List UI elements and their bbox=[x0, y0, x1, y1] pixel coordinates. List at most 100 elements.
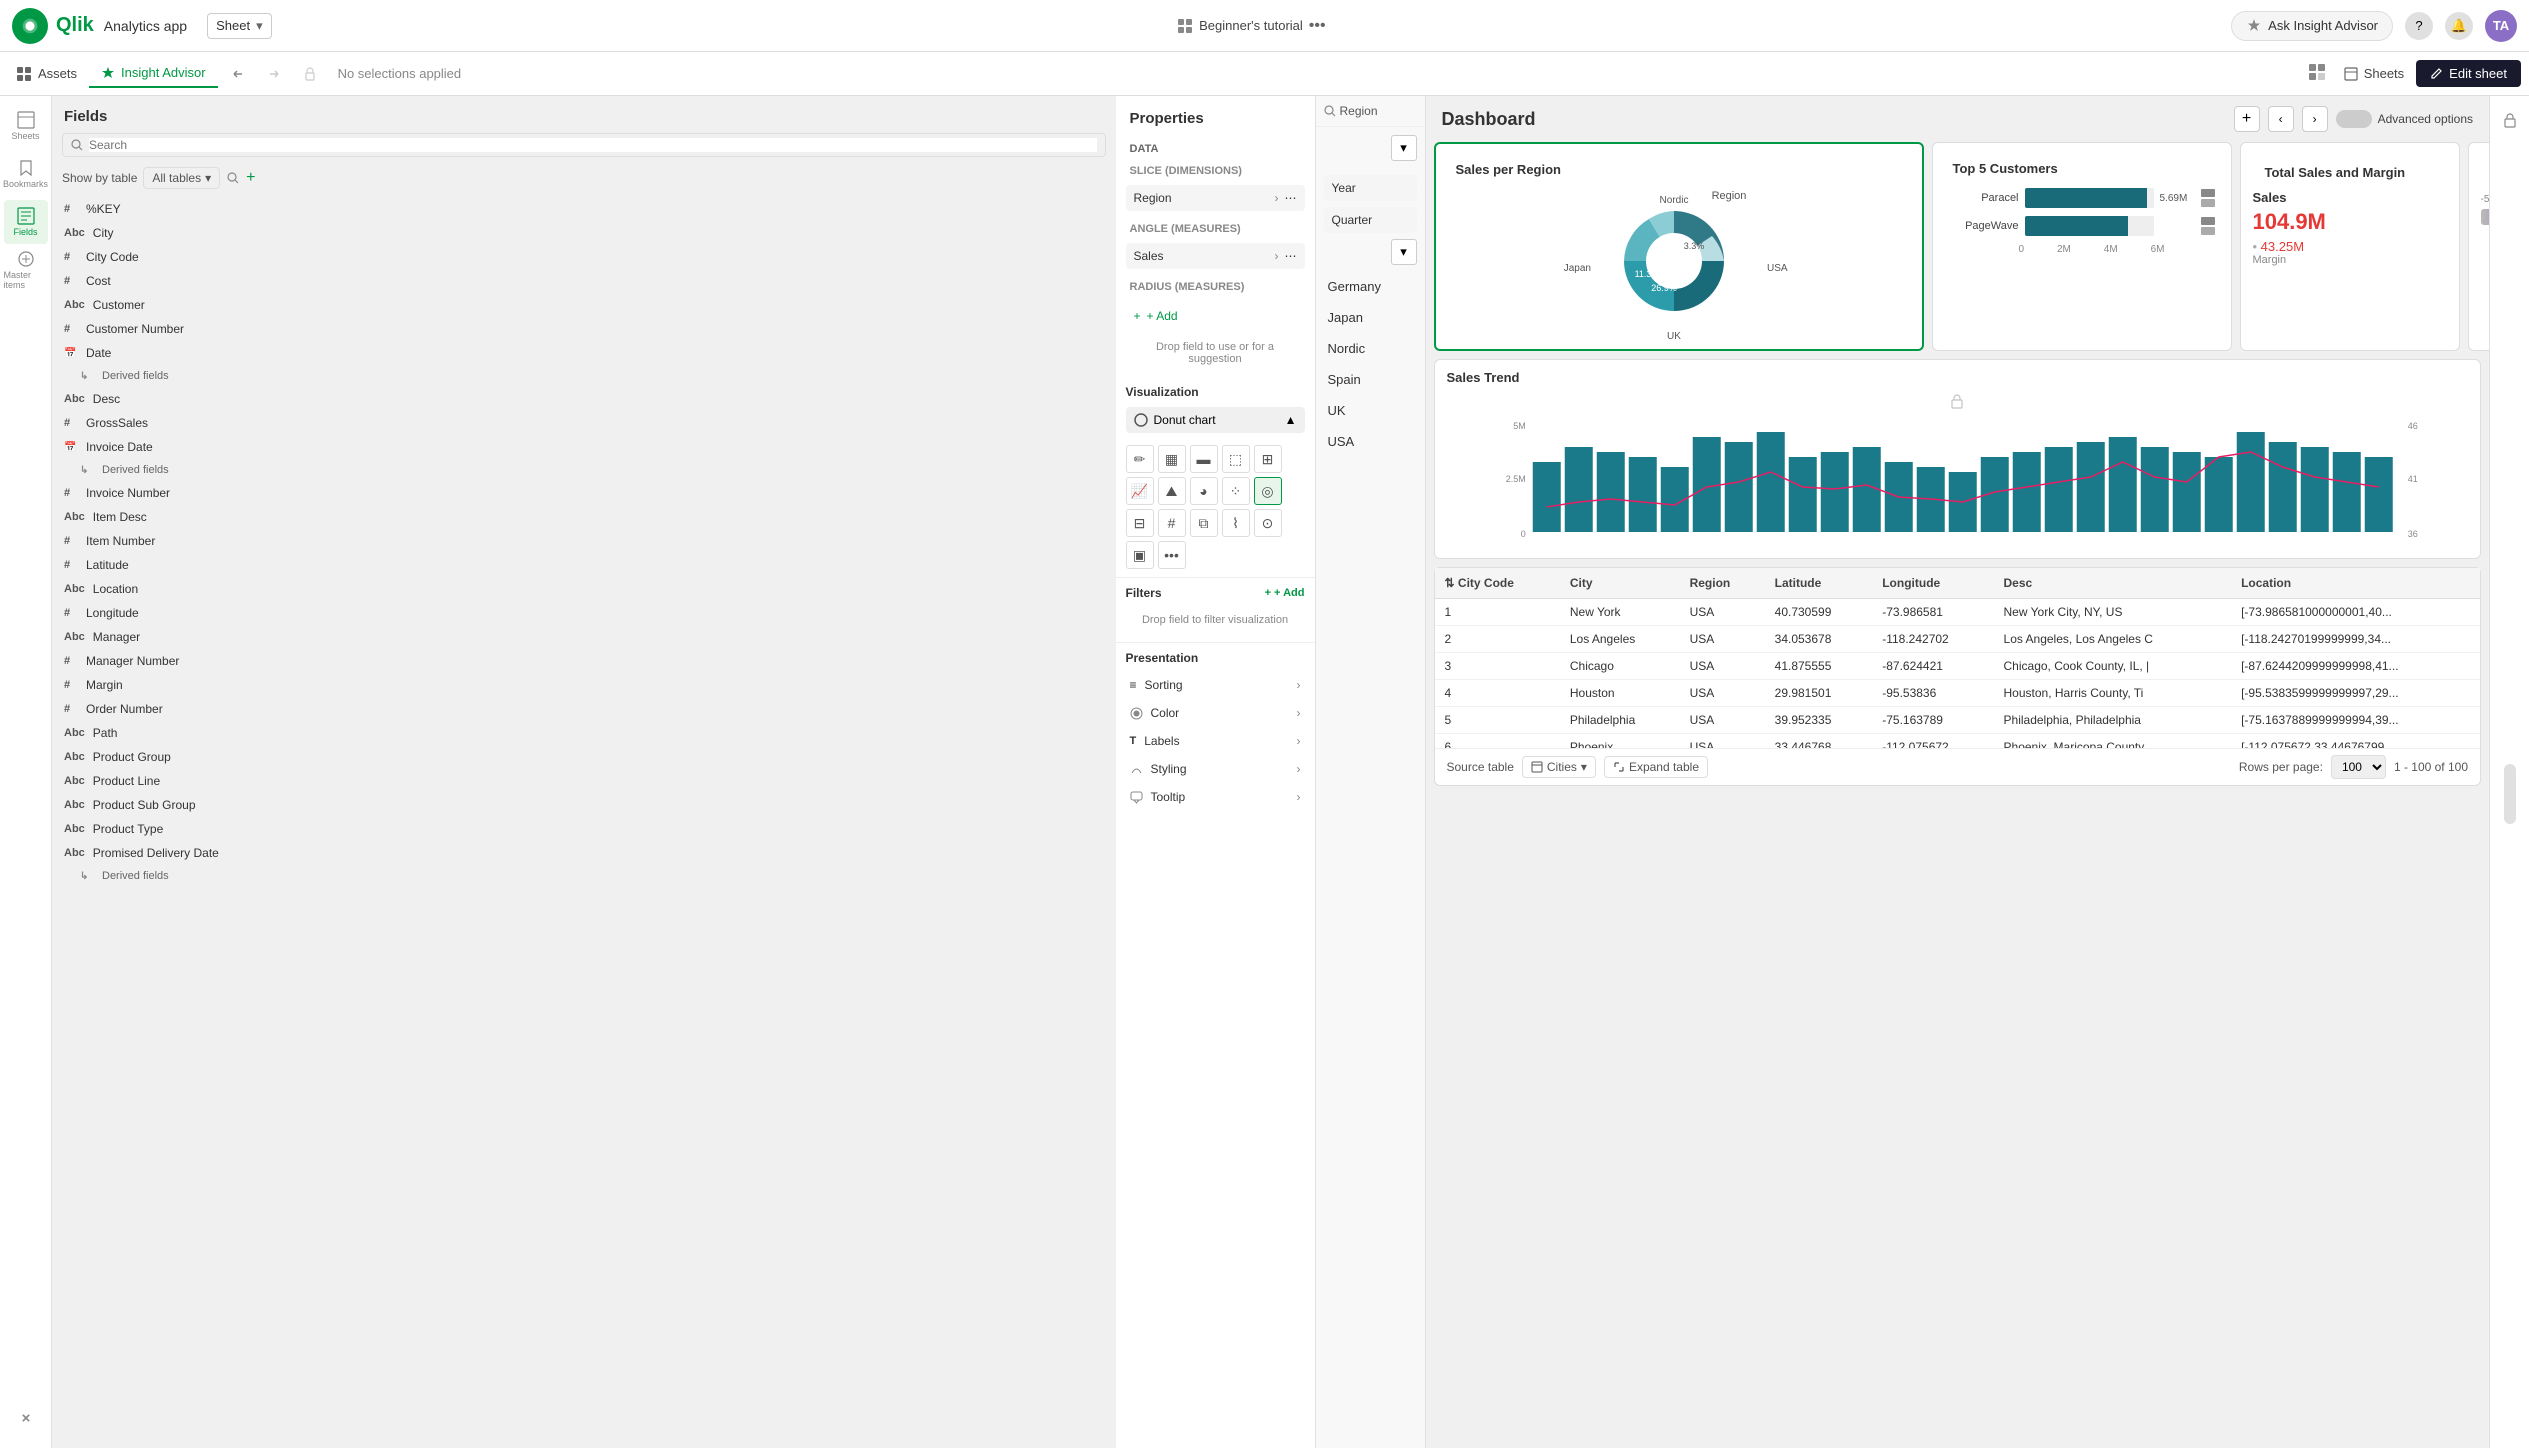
search-input[interactable] bbox=[89, 138, 1097, 152]
viz-donut-icon[interactable]: ◎ bbox=[1254, 477, 1282, 505]
field-item-customer[interactable]: Abc Customer bbox=[52, 293, 1116, 317]
sales-per-region-card[interactable]: Sales per Region Region Nordic Japan USA bbox=[1434, 142, 1924, 351]
col-desc[interactable]: Desc bbox=[1994, 568, 2232, 599]
year-label[interactable]: Year bbox=[1324, 175, 1417, 201]
field-item-city[interactable]: Abc City bbox=[52, 221, 1116, 245]
col-region[interactable]: Region bbox=[1680, 568, 1765, 599]
region-item-usa[interactable]: USA bbox=[1316, 426, 1425, 457]
viz-map-icon[interactable]: # bbox=[1158, 509, 1186, 537]
ask-insight-button[interactable]: Ask Insight Advisor bbox=[2231, 11, 2393, 41]
table-wrapper[interactable]: ⇅ City Code City Region Latitude Longitu… bbox=[1435, 568, 2481, 748]
table-select[interactable]: All tables ▾ bbox=[143, 167, 220, 189]
viz-more-icon[interactable]: ••• bbox=[1158, 541, 1186, 569]
viz-pivot-icon[interactable]: ⊟ bbox=[1126, 509, 1154, 537]
table-row[interactable]: 6 Phoenix USA 33.446768 -112.075672 Phoe… bbox=[1435, 734, 2481, 749]
viz-area-icon[interactable]: ⛰ bbox=[1158, 477, 1186, 505]
angle-more-icon[interactable]: ⋯ bbox=[1285, 249, 1297, 263]
sidebar-sheets-item[interactable]: Sheets bbox=[4, 104, 48, 148]
slice-more-icon[interactable]: ⋯ bbox=[1285, 191, 1297, 205]
field-item-location[interactable]: Abc Location bbox=[52, 577, 1116, 601]
profit-margin-card[interactable]: Profit Margin -50.0% 50.0% bbox=[2468, 142, 2490, 351]
field-item-customernumber[interactable]: # Customer Number bbox=[52, 317, 1116, 341]
field-item-cost[interactable]: # Cost bbox=[52, 269, 1116, 293]
lock-button[interactable] bbox=[294, 60, 326, 88]
field-item-key[interactable]: # %KEY bbox=[52, 197, 1116, 221]
sidebar-collapse-item[interactable] bbox=[4, 1396, 48, 1440]
field-item-derived1[interactable]: ↳ Derived fields bbox=[52, 365, 1116, 387]
viz-line-icon[interactable]: 📈 bbox=[1126, 477, 1154, 505]
slice-expand-icon[interactable]: › bbox=[1275, 191, 1279, 205]
viz-combo-icon[interactable]: ⬚ bbox=[1222, 445, 1250, 473]
more-options-button[interactable]: ••• bbox=[1309, 17, 1326, 35]
sidebar-fields-item[interactable]: Fields bbox=[4, 200, 48, 244]
expand-table-button[interactable]: Expand table bbox=[1604, 756, 1708, 778]
region-dropdown-button[interactable]: ▾ bbox=[1391, 135, 1417, 161]
search-fields-icon[interactable] bbox=[226, 171, 240, 185]
viz-pencil-icon[interactable]: ✏ bbox=[1126, 445, 1154, 473]
angle-field-row[interactable]: Sales › ⋯ bbox=[1126, 243, 1305, 269]
field-item-latitude[interactable]: # Latitude bbox=[52, 553, 1116, 577]
field-item-manager[interactable]: Abc Manager bbox=[52, 625, 1116, 649]
help-button[interactable]: ? bbox=[2405, 12, 2433, 40]
sidebar-scrollbar[interactable] bbox=[2504, 764, 2516, 824]
sheet-selector[interactable]: Sheet ▾ bbox=[207, 13, 272, 39]
viz-hbar-icon[interactable]: ⊞ bbox=[1254, 445, 1282, 473]
field-item-derived2[interactable]: ↳ Derived fields bbox=[52, 459, 1116, 481]
back-button[interactable] bbox=[222, 60, 254, 88]
region-item-japan[interactable]: Japan bbox=[1316, 302, 1425, 333]
rows-per-page-select[interactable]: 100 50 25 bbox=[2331, 755, 2386, 779]
viz-gauge-icon[interactable]: ⊙ bbox=[1254, 509, 1282, 537]
prev-chart-button[interactable]: ‹ bbox=[2268, 106, 2294, 132]
tooltip-item[interactable]: Tooltip › bbox=[1126, 783, 1305, 811]
field-item-managernumber[interactable]: # Manager Number bbox=[52, 649, 1116, 673]
region-item-nordic[interactable]: Nordic bbox=[1316, 333, 1425, 364]
table-row[interactable]: 5 Philadelphia USA 39.952335 -75.163789 … bbox=[1435, 707, 2481, 734]
viz-waterfall-icon[interactable]: ⌇ bbox=[1222, 509, 1250, 537]
field-item-itemnumber[interactable]: # Item Number bbox=[52, 529, 1116, 553]
col-latitude[interactable]: Latitude bbox=[1765, 568, 1873, 599]
field-item-productline[interactable]: Abc Product Line bbox=[52, 769, 1116, 793]
labels-item[interactable]: T Labels › bbox=[1126, 727, 1305, 755]
notifications-button[interactable]: 🔔 bbox=[2445, 12, 2473, 40]
field-item-invoicenumber[interactable]: # Invoice Number bbox=[52, 481, 1116, 505]
total-sales-card[interactable]: Total Sales and Margin Sales 104.9M • 43… bbox=[2240, 142, 2460, 351]
field-item-desc[interactable]: Abc Desc bbox=[52, 387, 1116, 411]
table-row[interactable]: 3 Chicago USA 41.875555 -87.624421 Chica… bbox=[1435, 653, 2481, 680]
donut-selector[interactable]: Donut chart ▲ bbox=[1126, 407, 1305, 433]
field-item-productsubgroup[interactable]: Abc Product Sub Group bbox=[52, 793, 1116, 817]
field-item-margin[interactable]: # Margin bbox=[52, 673, 1116, 697]
field-item-producttype[interactable]: Abc Product Type bbox=[52, 817, 1116, 841]
forward-button[interactable] bbox=[258, 60, 290, 88]
region-item-uk[interactable]: UK bbox=[1316, 395, 1425, 426]
col-city[interactable]: City bbox=[1560, 568, 1680, 599]
sidebar-lock-icon[interactable] bbox=[2494, 104, 2526, 136]
field-item-date[interactable]: 📅 Date bbox=[52, 341, 1116, 365]
field-item-promiseddelivery[interactable]: Abc Promised Delivery Date bbox=[52, 841, 1116, 865]
quarter-label[interactable]: Quarter bbox=[1324, 207, 1417, 233]
next-chart-button[interactable]: › bbox=[2302, 106, 2328, 132]
field-item-grosssales[interactable]: # GrossSales bbox=[52, 411, 1116, 435]
slice-field-row[interactable]: Region › ⋯ bbox=[1126, 185, 1305, 211]
sorting-item[interactable]: ≡ Sorting › bbox=[1126, 671, 1305, 699]
viz-treemap-icon[interactable]: ⧉ bbox=[1190, 509, 1218, 537]
table-row[interactable]: 1 New York USA 40.730599 -73.986581 New … bbox=[1435, 599, 2481, 626]
color-item[interactable]: Color › bbox=[1126, 699, 1305, 727]
add-chart-button[interactable]: + bbox=[2234, 106, 2260, 132]
advanced-toggle-switch[interactable] bbox=[2336, 110, 2372, 128]
col-location[interactable]: Location bbox=[2231, 568, 2480, 599]
table-row[interactable]: 4 Houston USA 29.981501 -95.53836 Housto… bbox=[1435, 680, 2481, 707]
insight-advisor-tab[interactable]: Insight Advisor bbox=[89, 59, 218, 88]
field-item-invoicedate[interactable]: 📅 Invoice Date bbox=[52, 435, 1116, 459]
sales-trend-section[interactable]: Sales Trend 5M 2.5M 0 46 41 36 bbox=[1434, 359, 2482, 559]
viz-bar-icon[interactable]: ▬ bbox=[1190, 445, 1218, 473]
sidebar-bookmarks-item[interactable]: Bookmarks bbox=[4, 152, 48, 196]
field-item-productgroup[interactable]: Abc Product Group bbox=[52, 745, 1116, 769]
quarter-dropdown-button[interactable]: ▾ bbox=[1391, 239, 1417, 265]
viz-pie-icon[interactable]: ◕ bbox=[1190, 477, 1218, 505]
sidebar-master-items[interactable]: Master items bbox=[4, 248, 48, 292]
region-item-germany[interactable]: Germany bbox=[1316, 271, 1425, 302]
field-item-itemdesc[interactable]: Abc Item Desc bbox=[52, 505, 1116, 529]
styling-item[interactable]: Styling › bbox=[1126, 755, 1305, 783]
edit-sheet-button[interactable]: Edit sheet bbox=[2416, 60, 2521, 87]
top-customers-card[interactable]: Top 5 Customers Paracel 5.69M bbox=[1932, 142, 2232, 351]
